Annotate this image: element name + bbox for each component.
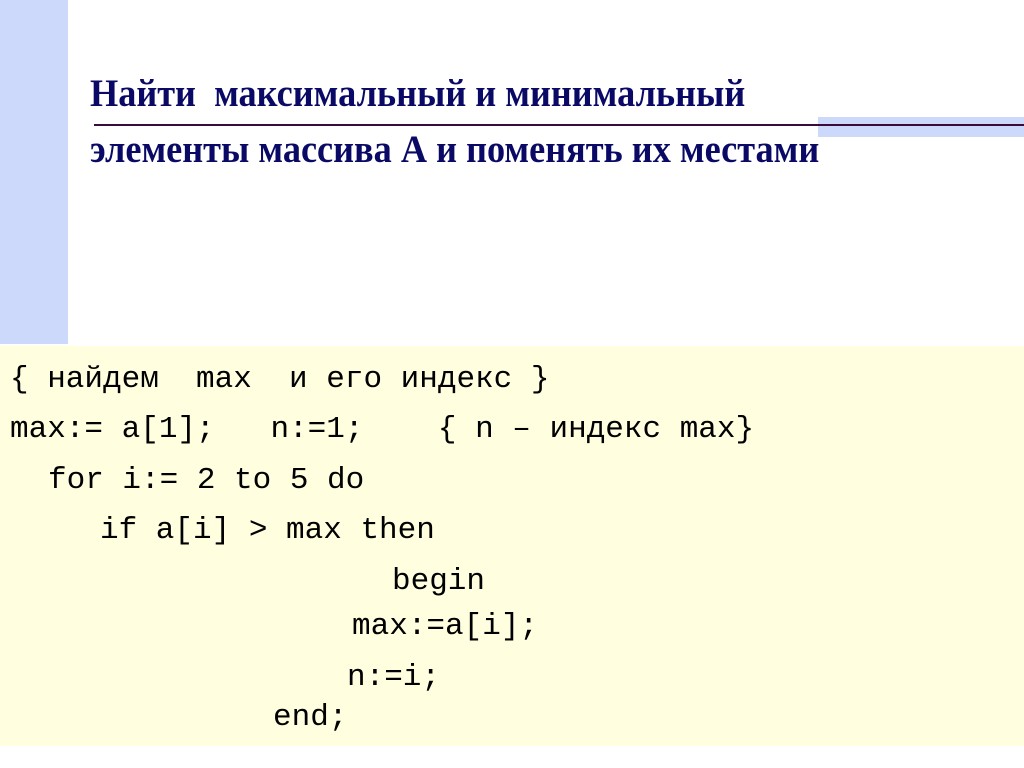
code-line-assign-n: n:=i; (347, 660, 441, 695)
code-line-begin: begin (392, 564, 486, 599)
code-line-end: end; (273, 700, 348, 735)
code-line-comment: { найдем max и его индекс } (10, 362, 550, 397)
code-block: { найдем max и его индекс } max:= a[1]; … (0, 346, 1024, 746)
title-line-2: элементы массива А и поменять их местами (90, 128, 820, 171)
left-accent-bar (0, 0, 68, 344)
title-line-1: Найти максимальный и минимальный (90, 72, 746, 115)
code-line-if: if a[i] > max then (100, 513, 435, 548)
code-line-for: for i:= 2 to 5 do (48, 463, 365, 498)
code-line-init: max:= a[1]; n:=1; { n – индекс max} (10, 412, 755, 447)
slide-title: Найти максимальный и минимальный элемент… (90, 66, 955, 178)
code-line-assign-max: max:=a[i]; (352, 609, 539, 644)
